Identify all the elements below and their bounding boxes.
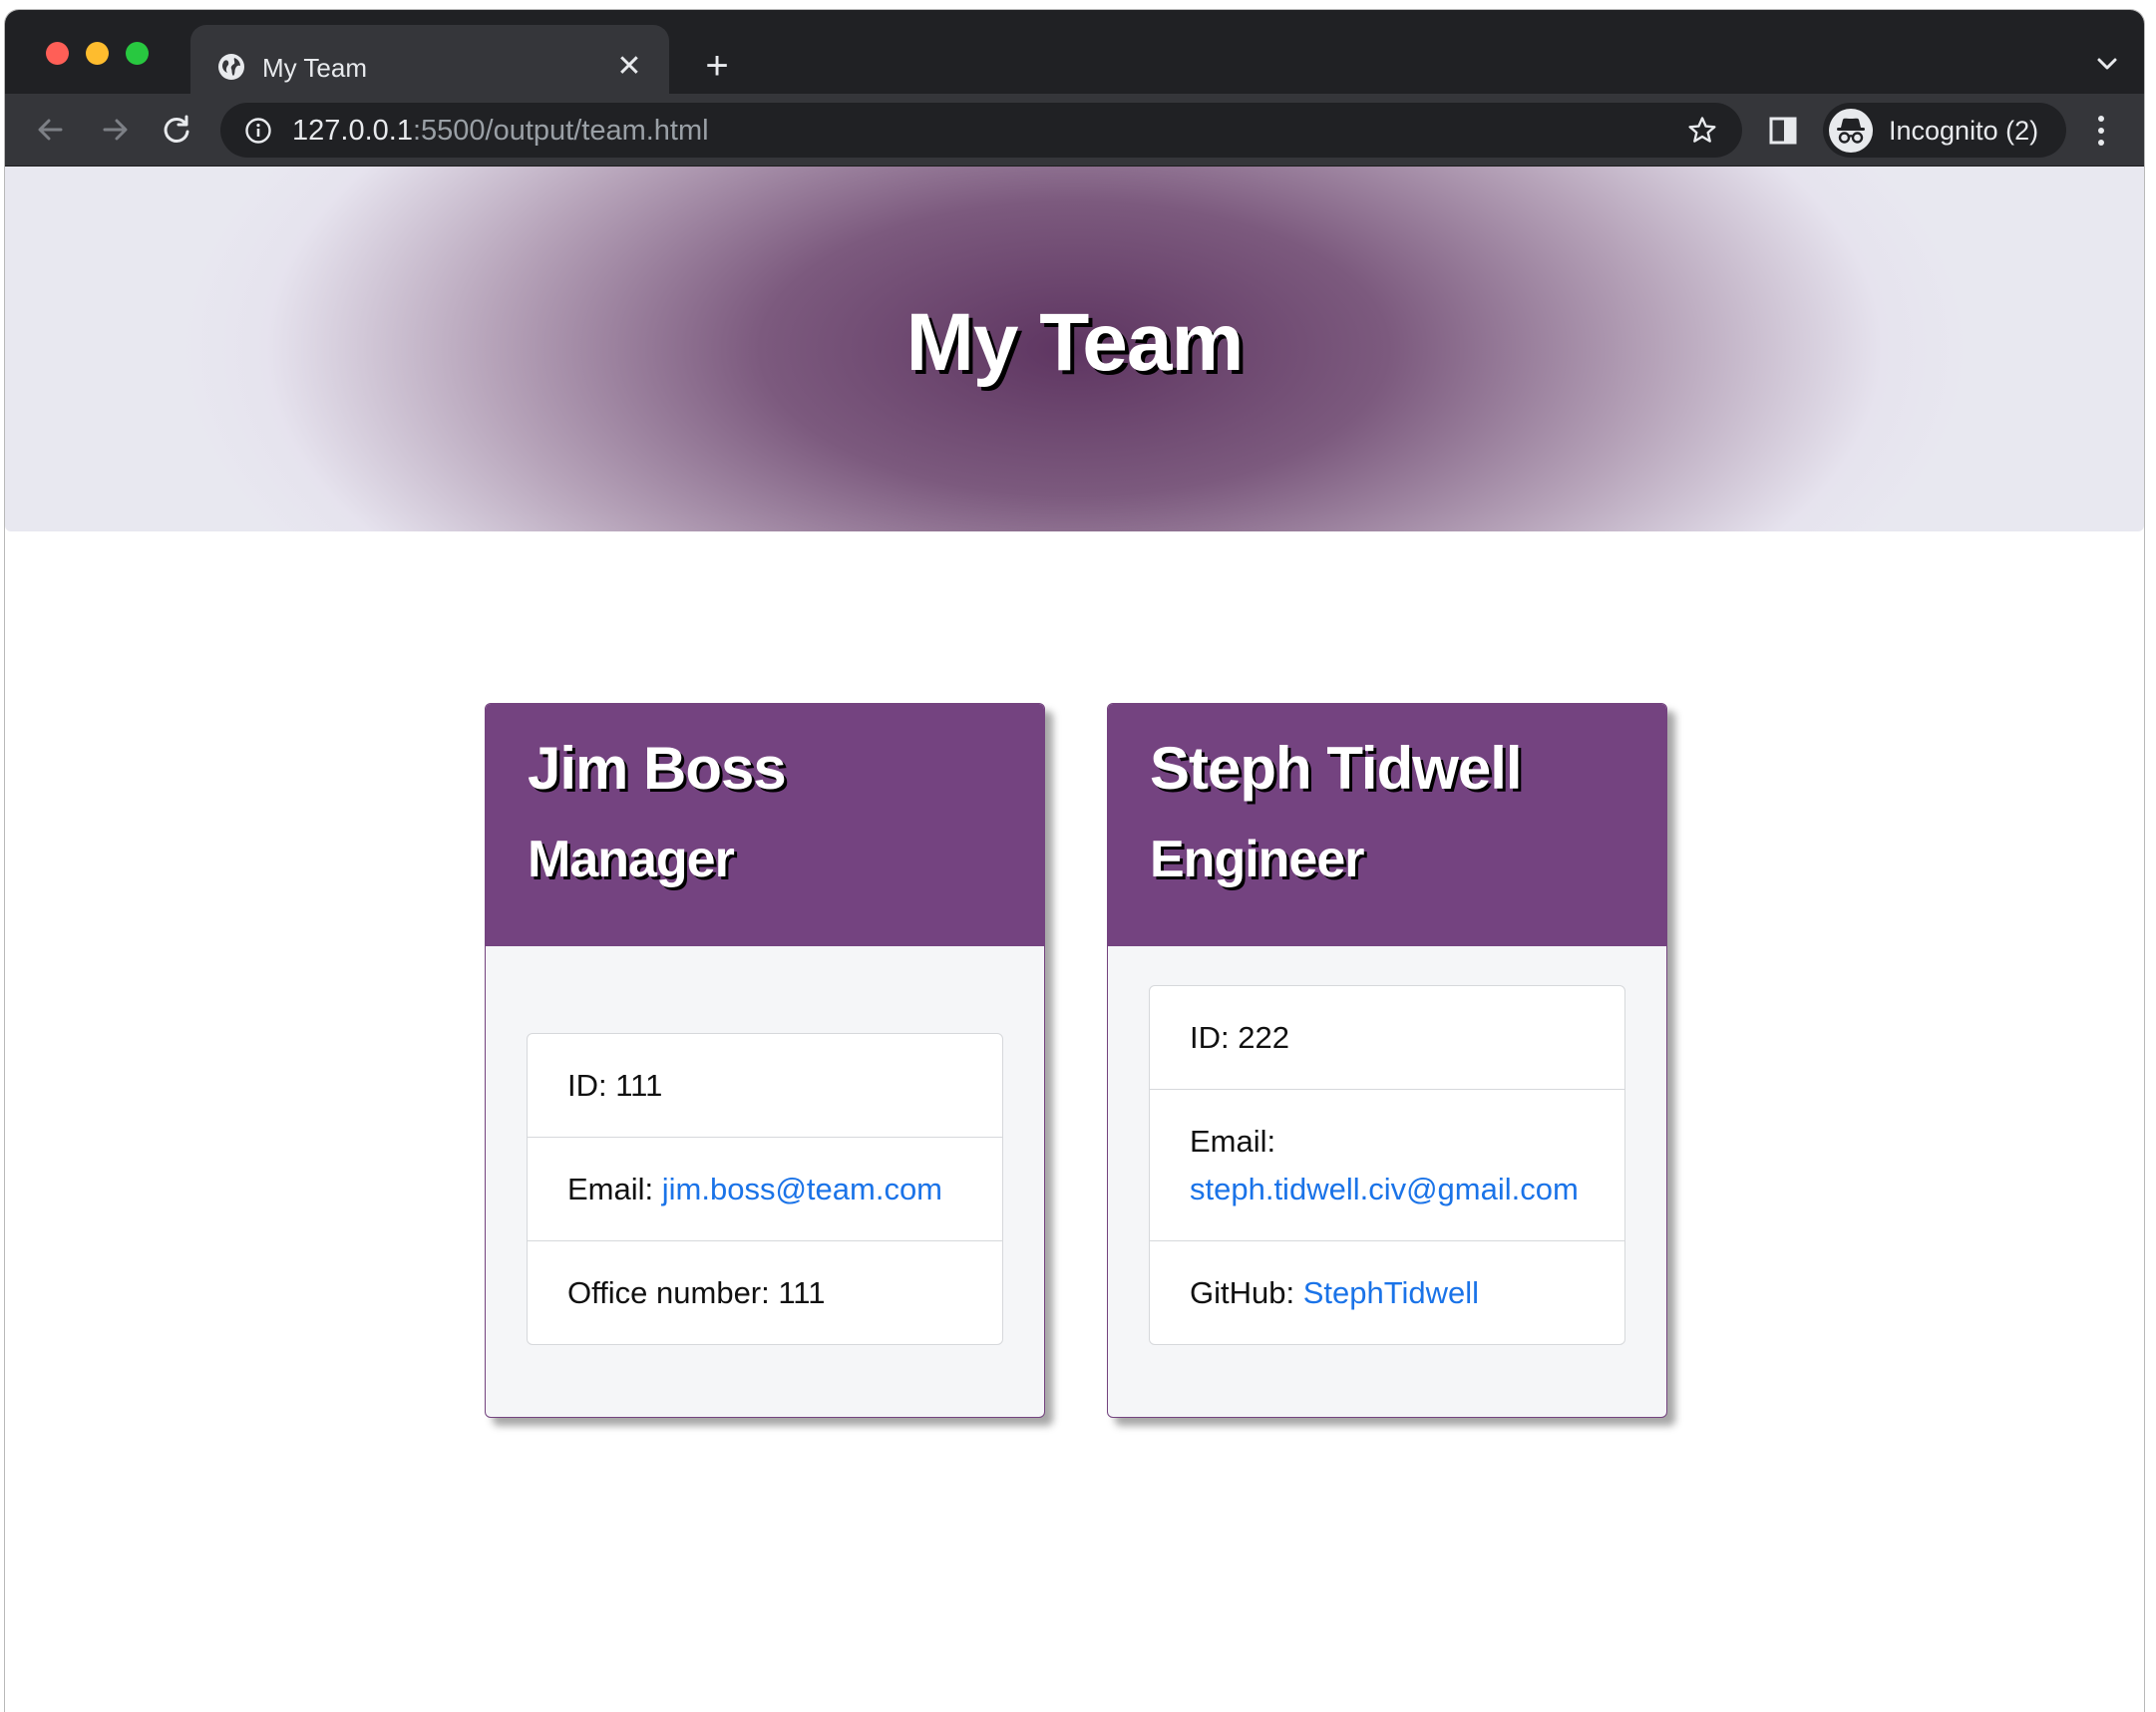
close-window-button[interactable] xyxy=(46,42,69,65)
arrow-left-icon[interactable] xyxy=(29,108,73,152)
url-text: 127.0.0.1:5500/output/team.html xyxy=(292,115,709,147)
email-link[interactable]: steph.tidwell.civ@gmail.com xyxy=(1190,1172,1579,1206)
globe-icon xyxy=(216,52,246,82)
email-label: Email: xyxy=(1190,1124,1276,1159)
header-banner: My Team xyxy=(5,167,2144,531)
browser-toolbar: 127.0.0.1:5500/output/team.html Incognit… xyxy=(5,94,2144,167)
chevron-down-icon[interactable] xyxy=(2090,50,2124,80)
maximize-window-button[interactable] xyxy=(126,42,149,65)
employee-role: Manager xyxy=(528,831,735,888)
employee-email-row: Email: jim.boss@team.com xyxy=(528,1138,1002,1241)
incognito-profile-button[interactable]: Incognito (2) xyxy=(1823,103,2066,158)
employee-role: Engineer xyxy=(1150,831,1364,888)
url-path: :5500/output/team.html xyxy=(412,115,709,147)
tab-title: My Team xyxy=(262,53,367,83)
kebab-menu-icon[interactable] xyxy=(2086,112,2116,150)
employee-email-row: Email: steph.tidwell.civ@gmail.com xyxy=(1150,1090,1624,1241)
reload-icon[interactable] xyxy=(155,108,198,152)
employee-name: Steph Tidwell xyxy=(1150,735,1523,802)
employee-card: Jim Boss Manager ID: 111 Email: jim.boss… xyxy=(485,703,1045,1418)
url-host: 127.0.0.1 xyxy=(292,115,413,147)
info-icon[interactable] xyxy=(244,117,272,145)
browser-window: My Team ✕ + 127.0.0.1:5500/output/team.h… xyxy=(5,10,2144,1712)
email-link[interactable]: jim.boss@team.com xyxy=(662,1172,942,1206)
employee-info-list: ID: 222 Email: steph.tidwell.civ@gmail.c… xyxy=(1149,985,1625,1345)
employee-info-list: ID: 111 Email: jim.boss@team.com Office … xyxy=(527,1033,1003,1345)
page-title: My Team xyxy=(905,297,1245,388)
profile-label: Incognito (2) xyxy=(1889,116,2039,146)
employee-name: Jim Boss xyxy=(528,735,787,802)
card-header: Steph Tidwell Engineer xyxy=(1108,704,1666,946)
office-number: Office number: 111 xyxy=(567,1275,826,1310)
page-content: My Team Jim Boss Manager ID: 111 Email: … xyxy=(5,167,2144,1712)
employee-card: Steph Tidwell Engineer ID: 222 Email: st… xyxy=(1107,703,1667,1418)
email-label: Email: xyxy=(567,1172,662,1206)
github-row: GitHub: StephTidwell xyxy=(1150,1241,1624,1344)
tab-strip: My Team ✕ + xyxy=(5,10,2144,94)
side-panel-icon[interactable] xyxy=(1768,116,1798,146)
github-label: GitHub: xyxy=(1190,1275,1303,1310)
star-icon[interactable] xyxy=(1686,115,1718,147)
employee-id: ID: 222 xyxy=(1150,986,1624,1090)
close-icon[interactable]: ✕ xyxy=(611,49,647,85)
employee-id: ID: 111 xyxy=(528,1034,1002,1138)
address-bar[interactable]: 127.0.0.1:5500/output/team.html xyxy=(220,103,1742,158)
plus-icon[interactable]: + xyxy=(697,46,737,86)
github-link[interactable]: StephTidwell xyxy=(1303,1275,1479,1310)
incognito-icon xyxy=(1829,109,1873,153)
arrow-right-icon[interactable] xyxy=(93,108,137,152)
tab-my-team[interactable]: My Team ✕ xyxy=(190,25,669,94)
minimize-window-button[interactable] xyxy=(86,42,109,65)
card-header: Jim Boss Manager xyxy=(486,704,1044,946)
